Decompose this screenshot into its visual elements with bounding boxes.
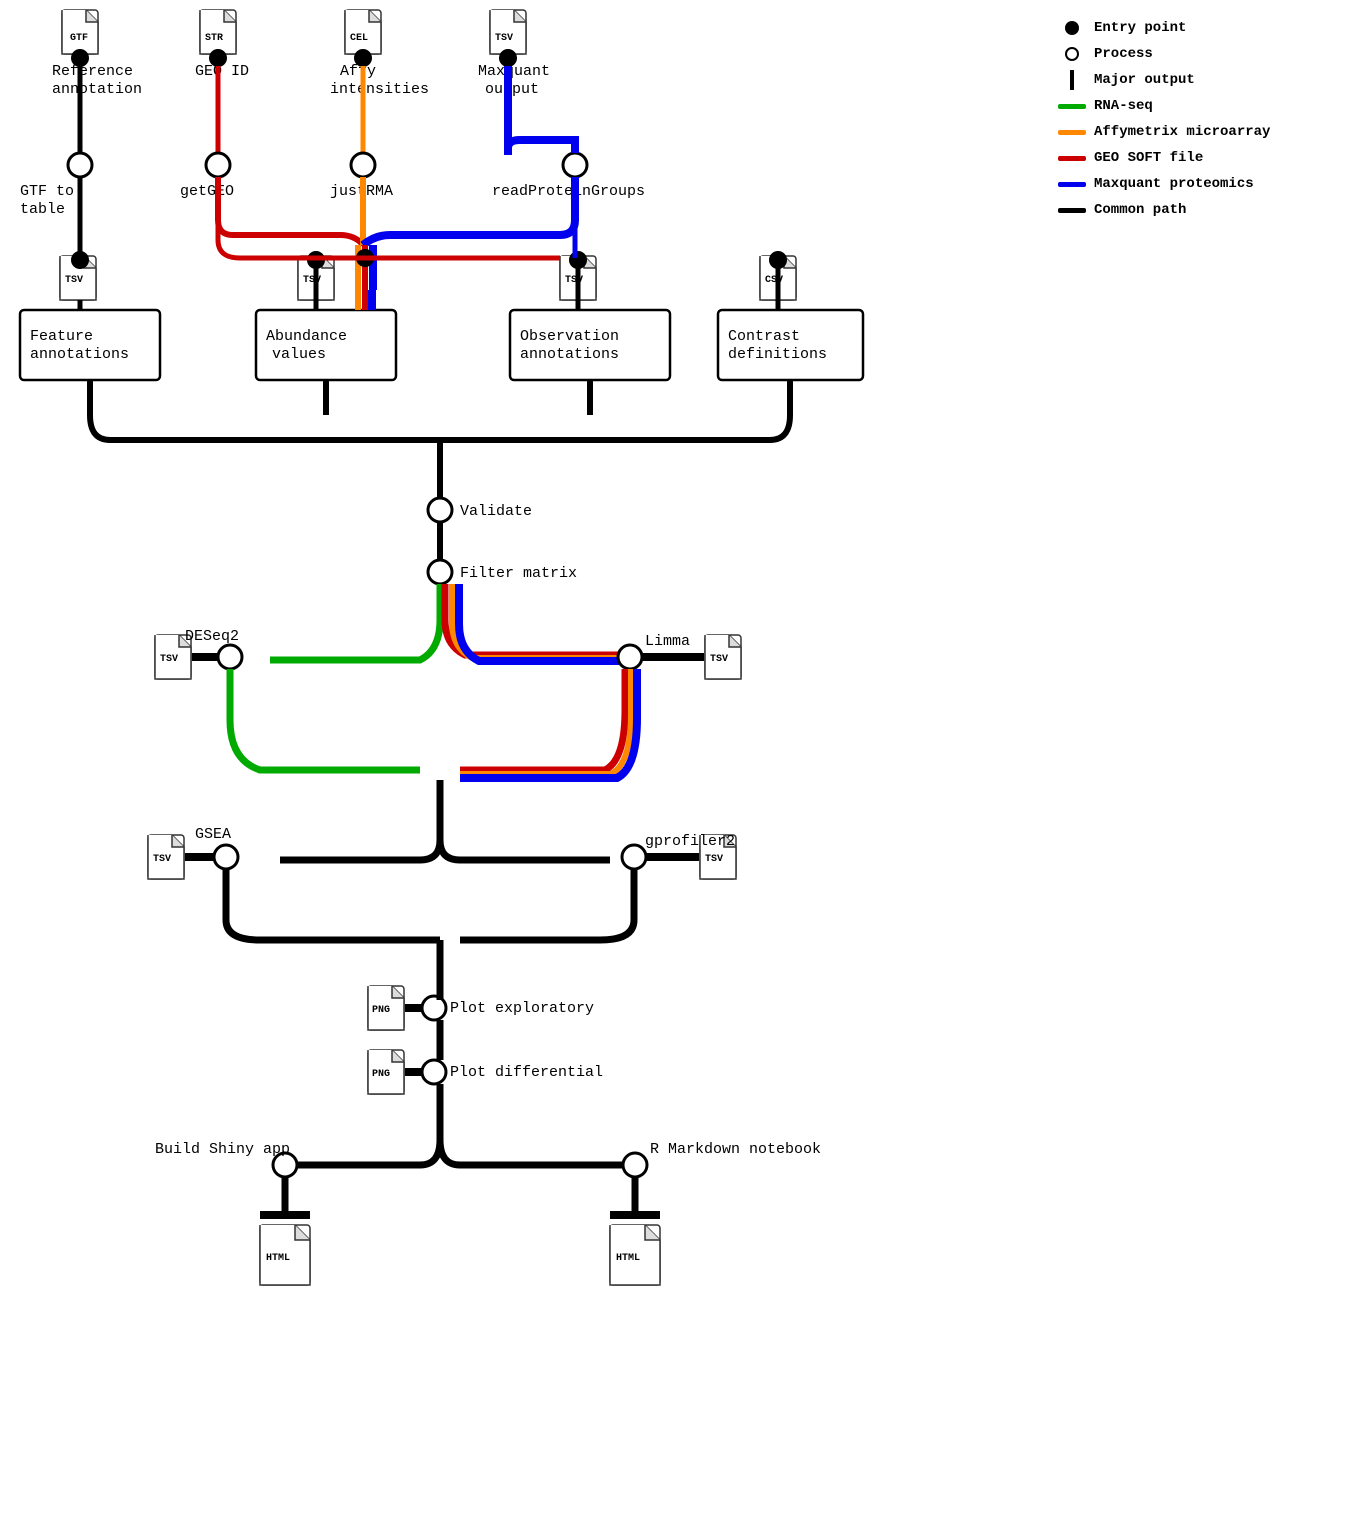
process-readproteingroups <box>563 153 587 177</box>
path-gsea-to-center <box>226 869 440 940</box>
svg-text:STR: STR <box>205 33 223 44</box>
label-plot-differential: Plot differential <box>450 1064 603 1081</box>
process-r-markdown <box>623 1153 647 1177</box>
process-limma <box>618 645 642 669</box>
label-limma: Limma <box>645 633 690 650</box>
box-abundance-values <box>256 310 396 380</box>
entry-contrast-csv <box>770 252 786 268</box>
label-affy-intensities: Affy <box>340 63 376 80</box>
process-plot-differential <box>422 1060 446 1084</box>
file-gtf: GTF <box>62 10 98 54</box>
diagram-container: Entry point Process Major output RNA-seq… <box>0 0 1366 1527</box>
path-blue-to-limma <box>459 584 620 661</box>
label-readproteingroups: readProteinGroups <box>492 183 645 200</box>
entry-point-gtf <box>72 50 88 66</box>
svg-text:GTF: GTF <box>70 33 88 44</box>
svg-text:TSV: TSV <box>153 854 171 865</box>
label-r-markdown: R Markdown notebook <box>650 1141 821 1158</box>
label-maxquant-output: Maxquant <box>478 63 550 80</box>
svg-text:TSV: TSV <box>705 854 723 865</box>
svg-text:HTML: HTML <box>266 1253 290 1264</box>
label-plot-exploratory: Plot exploratory <box>450 1000 594 1017</box>
process-deseq2 <box>218 645 242 669</box>
process-getgeo <box>206 153 230 177</box>
process-validate <box>428 498 452 522</box>
file-cel: CEL <box>345 10 381 54</box>
entry-feature-tsv <box>72 252 88 268</box>
process-justrma <box>351 153 375 177</box>
path-to-gsea <box>280 840 440 860</box>
label-deseq2: DESeq2 <box>185 628 239 645</box>
box-contrast-definitions <box>718 310 863 380</box>
path-orange-to-limma <box>452 584 620 658</box>
path-red-from-limma-down <box>460 669 625 770</box>
process-gtf-to-table <box>68 153 92 177</box>
file-png-differential: PNG <box>368 1050 404 1094</box>
label-gtf-to-table-2: table <box>20 201 65 218</box>
svg-text:HTML: HTML <box>616 1253 640 1264</box>
label-filter-matrix: Filter matrix <box>460 565 577 582</box>
box-feature-annotations <box>20 310 160 380</box>
label-gsea: GSEA <box>195 826 231 843</box>
entry-observation-tsv <box>570 252 586 268</box>
label-reference-annotation: Reference <box>52 63 133 80</box>
path-green-from-deseq2-down <box>230 669 420 770</box>
process-filter-matrix <box>428 560 452 584</box>
file-png-exploratory: PNG <box>368 986 404 1030</box>
process-gsea <box>214 845 238 869</box>
main-diagram-svg: .lw { stroke-width: 6; fill: none; } .lw… <box>0 0 1366 1527</box>
path-red-to-limma <box>445 584 620 655</box>
svg-text:TSV: TSV <box>160 654 178 665</box>
label-abundance-values: Abundance <box>266 328 347 345</box>
svg-text:PNG: PNG <box>372 1069 390 1080</box>
label-abundance-values-2: values <box>272 346 326 363</box>
svg-text:PNG: PNG <box>372 1005 390 1016</box>
label-contrast-definitions: Contrast <box>728 328 800 345</box>
svg-text:TSV: TSV <box>710 654 728 665</box>
label-maxquant-output-2: output <box>485 81 539 98</box>
file-str: STR <box>200 10 236 54</box>
entry-point-maxquant <box>500 50 516 66</box>
label-affy-intensities-2: intensities <box>330 81 429 98</box>
entry-point-geo <box>210 50 226 66</box>
path-blue-top <box>508 140 575 155</box>
label-observation-annotations: Observation <box>520 328 619 345</box>
svg-text:TSV: TSV <box>65 275 83 286</box>
svg-text:CEL: CEL <box>350 33 368 44</box>
label-gprofiler2: gprofiler2 <box>645 833 735 850</box>
label-reference-annotation-2: annotation <box>52 81 142 98</box>
path-to-rmarkdown <box>440 1140 630 1165</box>
file-tsv-gsea: TSV <box>148 835 184 879</box>
file-tsv-limma: TSV <box>705 635 741 679</box>
path-gprofiler2-to-center <box>460 869 634 940</box>
file-tsv-maxquant: TSV <box>490 10 526 54</box>
process-gprofiler2 <box>622 845 646 869</box>
path-green-to-deseq2 <box>270 584 440 660</box>
file-html-shiny: HTML <box>260 1225 310 1285</box>
label-getgeo: getGEO <box>180 183 234 200</box>
entry-point-affy <box>355 50 371 66</box>
path-to-gprofiler2 <box>440 840 610 860</box>
svg-text:TSV: TSV <box>495 33 513 44</box>
file-html-rmarkdown: HTML <box>610 1225 660 1285</box>
label-feature-annotations: Feature <box>30 328 93 345</box>
label-gtf-to-table: GTF to <box>20 183 74 200</box>
path-horizontal-bar <box>90 415 790 440</box>
label-observation-annotations-2: annotations <box>520 346 619 363</box>
label-build-shiny: Build Shiny app <box>155 1141 290 1158</box>
label-validate: Validate <box>460 503 532 520</box>
box-observation-annotations <box>510 310 670 380</box>
label-contrast-definitions-2: definitions <box>728 346 827 363</box>
path-to-shiny <box>290 1140 440 1165</box>
label-feature-annotations-2: annotations <box>30 346 129 363</box>
path-orange-from-limma-down <box>460 669 631 774</box>
